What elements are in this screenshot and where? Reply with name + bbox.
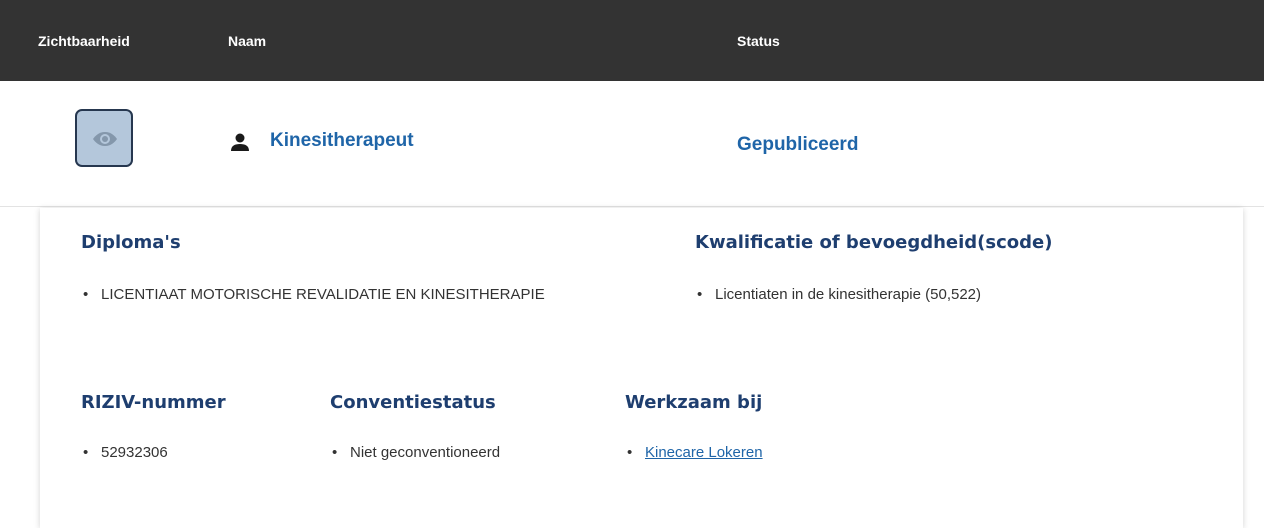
- person-icon: [231, 133, 249, 151]
- column-header-visibility: Zichtbaarheid: [38, 33, 130, 49]
- convention-list-item: • Niet geconventioneerd: [332, 444, 501, 461]
- qualification-heading: Kwalificatie of bevoegdheid(scode): [695, 232, 1053, 253]
- works-at-heading: Werkzaam bij: [625, 392, 763, 413]
- qualification-text: Licentiaten in de kinesitherapie (50,522…: [715, 286, 982, 303]
- column-header-status: Status: [737, 33, 780, 49]
- table-header: Zichtbaarheid Naam Status: [0, 0, 1264, 81]
- status-badge: Gepubliceerd: [737, 134, 859, 155]
- convention-heading: Conventiestatus: [330, 392, 496, 413]
- column-header-name: Naam: [228, 33, 267, 49]
- riziv-list-item: • 52932306: [83, 444, 168, 461]
- diploma-list-item: • LICENTIAAT MOTORISCHE REVALIDATIE EN KI…: [83, 286, 545, 303]
- table-row: Kinesitherapeut Gepubliceerd: [0, 81, 1264, 207]
- convention-status: Niet geconventioneerd: [350, 444, 501, 461]
- riziv-number: 52932306: [101, 444, 168, 461]
- qualification-list-item: • Licentiaten in de kinesitherapie (50,52…: [697, 286, 982, 303]
- works-at-list-item: • Kinecare Lokeren: [627, 444, 763, 461]
- eye-icon: [93, 132, 117, 146]
- visibility-toggle-button[interactable]: [75, 109, 133, 167]
- details-panel: Diploma's • LICENTIAAT MOTORISCHE REVALID…: [40, 208, 1243, 528]
- diploma-text: LICENTIAAT MOTORISCHE REVALIDATIE EN KIN…: [101, 286, 545, 303]
- workplace-link[interactable]: Kinecare Lokeren: [645, 444, 763, 461]
- diplomas-heading: Diploma's: [81, 232, 181, 253]
- riziv-heading: RIZIV-nummer: [81, 392, 226, 413]
- profession-name-link[interactable]: Kinesitherapeut: [270, 130, 414, 152]
